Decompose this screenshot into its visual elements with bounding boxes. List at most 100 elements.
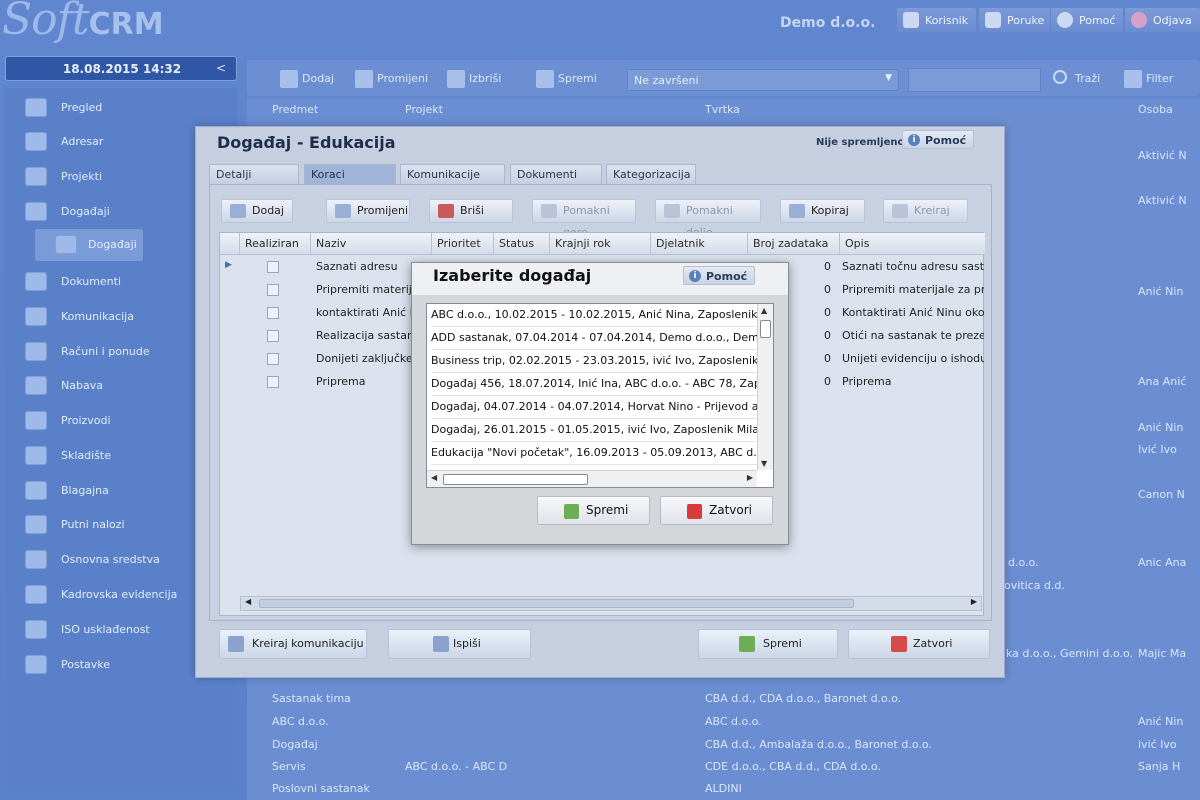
list-item[interactable]: Edukacija "Novi početak", 16.09.2013 - 0… bbox=[431, 442, 757, 465]
scrollbar-thumb[interactable] bbox=[760, 320, 771, 338]
grid-cell-tvrtka: ABC d.o.o. bbox=[705, 715, 762, 728]
sidebar-item-pregled[interactable]: Pregled bbox=[5, 92, 237, 122]
messages-icon bbox=[985, 12, 1001, 28]
scroll-up-icon[interactable]: ▲ bbox=[761, 306, 767, 315]
realiziran-checkbox[interactable] bbox=[267, 261, 279, 273]
create-communication-button[interactable]: Kreiraj komunikaciju bbox=[219, 629, 367, 659]
col-header-status[interactable]: Status bbox=[494, 233, 550, 255]
toolbar-add-button[interactable]: Dodaj bbox=[280, 69, 334, 89]
user-button[interactable]: Korisnik bbox=[896, 7, 978, 33]
col-header-realiziran[interactable]: Realiziran bbox=[240, 233, 311, 255]
add-icon bbox=[280, 70, 298, 88]
settings-icon bbox=[25, 655, 47, 674]
move-down-button[interactable]: Pomakni dolje bbox=[655, 199, 761, 239]
event-save-label: Spremi bbox=[763, 637, 802, 650]
scroll-left-icon[interactable]: ◀ bbox=[431, 473, 437, 482]
step-delete-button[interactable]: Briši bbox=[429, 199, 513, 223]
messages-button[interactable]: Poruke bbox=[978, 7, 1054, 33]
toolbar-edit-label: Promijeni bbox=[377, 72, 429, 85]
col-header-broj-zadataka[interactable]: Broj zadataka bbox=[748, 233, 840, 255]
col-header-naziv[interactable]: Naziv bbox=[311, 233, 432, 255]
grid-cell-predmet: ABC d.o.o. bbox=[272, 715, 329, 728]
list-item[interactable]: Business trip, 02.02.2015 - 23.03.2015, … bbox=[431, 350, 757, 373]
realiziran-checkbox[interactable] bbox=[267, 376, 279, 388]
grid-header-predmet[interactable]: Predmet bbox=[272, 98, 318, 122]
col-header-prioritet[interactable]: Prioritet bbox=[432, 233, 494, 255]
scrollbar-thumb[interactable] bbox=[259, 599, 854, 608]
sidebar-subitem-dogadaji[interactable]: Događaji bbox=[35, 229, 143, 261]
dialog-help-button[interactable]: i Pomoć bbox=[683, 266, 756, 285]
create-button[interactable]: Kreiraj bbox=[883, 199, 968, 223]
search-input[interactable] bbox=[908, 68, 1041, 92]
search-button[interactable]: Traži bbox=[1053, 69, 1100, 89]
event-help-button[interactable]: i Pomoć bbox=[902, 130, 975, 149]
print-label: Ispiši bbox=[453, 637, 481, 650]
save-icon bbox=[536, 70, 554, 88]
table-horizontal-scrollbar[interactable]: ◀ ▶ bbox=[240, 596, 982, 611]
dialog-close-button[interactable]: Zatvori bbox=[660, 496, 773, 525]
dialog-close-label: Zatvori bbox=[709, 503, 752, 517]
col-header-opis[interactable]: Opis bbox=[840, 233, 985, 255]
close-icon bbox=[891, 636, 907, 652]
status-filter-select[interactable]: Ne završeni ▼ bbox=[627, 69, 899, 91]
tab-detalji[interactable]: Detalji bbox=[209, 164, 299, 184]
col-header-djelatnik[interactable]: Djelatnik bbox=[651, 233, 748, 255]
list-item[interactable]: Događaj, 26.01.2015 - 01.05.2015, ivić I… bbox=[431, 419, 757, 442]
toolbar-delete-button[interactable]: Izbriši bbox=[447, 69, 501, 89]
realiziran-checkbox[interactable] bbox=[267, 307, 279, 319]
sidebar-item-label: Nabava bbox=[61, 379, 103, 392]
move-up-button[interactable]: Pomakni gore bbox=[532, 199, 636, 239]
listbox-horizontal-scrollbar[interactable]: ◀ ▶ bbox=[427, 470, 757, 487]
list-item[interactable]: Događaj 456, 18.07.2014, Inić Ina, ABC d… bbox=[431, 373, 757, 396]
scroll-down-icon[interactable]: ▼ bbox=[761, 459, 767, 468]
realiziran-checkbox[interactable] bbox=[267, 330, 279, 342]
list-item[interactable]: ADD sastanak, 07.04.2014 - 07.04.2014, D… bbox=[431, 327, 757, 350]
scroll-right-icon[interactable]: ▶ bbox=[747, 473, 753, 482]
realiziran-checkbox[interactable] bbox=[267, 284, 279, 296]
grid-cell-predmet: Poslovni sastanak bbox=[272, 782, 370, 795]
events-icon bbox=[25, 202, 47, 221]
collapse-sidebar-button[interactable]: < bbox=[216, 61, 226, 75]
step-add-button[interactable]: Dodaj bbox=[221, 199, 293, 223]
tab-komunikacije[interactable]: Komunikacije bbox=[400, 164, 505, 184]
help-button[interactable]: Pomoć bbox=[1050, 7, 1125, 33]
event-listbox[interactable]: ABC d.o.o., 10.02.2015 - 10.02.2015, Ani… bbox=[426, 303, 774, 488]
step-edit-button[interactable]: Promijeni bbox=[326, 199, 410, 223]
row-opis: Unijeti evidenciju o ishodu bbox=[842, 352, 984, 365]
tab-label: Kategorizacija bbox=[613, 168, 691, 181]
row-indicator-header bbox=[220, 233, 240, 255]
toolbar-edit-button[interactable]: Promijeni bbox=[355, 69, 428, 89]
list-item[interactable]: ABC d.o.o., 10.02.2015 - 10.02.2015, Ani… bbox=[431, 304, 757, 327]
grid-header-projekt[interactable]: Projekt bbox=[405, 98, 443, 122]
tab-kategorizacija[interactable]: Kategorizacija bbox=[606, 164, 696, 184]
col-header-krajnji-rok[interactable]: Krajnji rok bbox=[550, 233, 651, 255]
list-item[interactable]: Događaj, 04.07.2014 - 04.07.2014, Horvat… bbox=[431, 396, 757, 419]
event-save-button[interactable]: Spremi bbox=[698, 629, 838, 659]
row-opis: Pripremiti materijale za pre bbox=[842, 283, 984, 296]
scrollbar-thumb[interactable] bbox=[443, 474, 588, 485]
grid-cell: ka d.o.o., Gemini d.o.o. bbox=[1006, 647, 1134, 660]
scroll-left-icon[interactable]: ◀ bbox=[245, 597, 251, 606]
filter-button-label: Filter bbox=[1146, 72, 1174, 85]
grid-header-tvrtka[interactable]: Tvrtka bbox=[705, 98, 740, 122]
realiziran-checkbox[interactable] bbox=[267, 353, 279, 365]
print-button[interactable]: Ispiši bbox=[388, 629, 531, 659]
grid-cell-predmet: Događaj bbox=[272, 738, 318, 751]
tab-label: Detalji bbox=[216, 168, 252, 181]
close-icon bbox=[687, 504, 702, 519]
listbox-vertical-scrollbar[interactable]: ▲ ▼ bbox=[757, 304, 773, 470]
tab-dokumenti[interactable]: Dokumenti bbox=[510, 164, 602, 184]
toolbar-save-button[interactable]: Spremi bbox=[536, 69, 597, 89]
grid-header-osoba[interactable]: Osoba bbox=[1138, 98, 1173, 122]
event-close-button[interactable]: Zatvori bbox=[848, 629, 990, 659]
projects-icon bbox=[25, 167, 47, 186]
tab-koraci[interactable]: Koraci bbox=[304, 164, 396, 184]
scroll-right-icon[interactable]: ▶ bbox=[971, 597, 977, 606]
grid-cell: Anić Nin bbox=[1138, 421, 1184, 434]
logout-button[interactable]: Odjava bbox=[1124, 7, 1200, 33]
filter-button[interactable]: Filter bbox=[1124, 69, 1173, 89]
dialog-save-button[interactable]: Spremi bbox=[537, 496, 650, 525]
toolbar-delete-label: Izbriši bbox=[469, 72, 502, 85]
company-name: Demo d.o.o. bbox=[780, 15, 876, 31]
copy-button[interactable]: Kopiraj bbox=[780, 199, 865, 223]
